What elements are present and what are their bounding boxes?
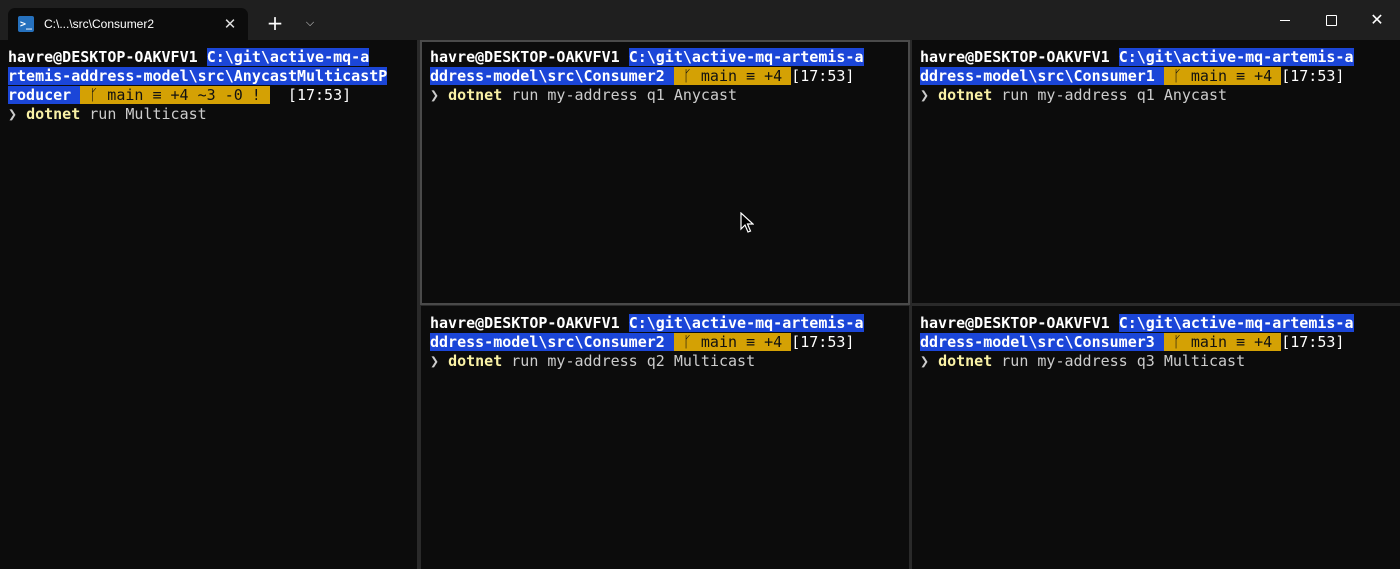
prompt-path: ddress-model\src\Consumer2: [430, 333, 674, 351]
command-name: dotnet: [938, 86, 993, 104]
prompt-git-status: ᚴ main ≡ +4: [673, 333, 792, 351]
prompt-path: ddress-model\src\Consumer2: [430, 67, 674, 85]
minimize-icon: [1280, 19, 1290, 21]
command-args: run my-address q1 Anycast: [992, 86, 1228, 104]
pane-output: havre@DESKTOP-OAKVFV1 C:\git\active-mq-a…: [430, 48, 907, 105]
command-line: ❯ dotnet run my-address q1 Anycast: [920, 86, 1398, 105]
command-name: dotnet: [448, 86, 503, 104]
tab-dropdown-chevron-down-icon[interactable]: ⌵: [298, 9, 322, 37]
prompt-line: ddress-model\src\Consumer2 ᚴ main ≡ +4 […: [430, 67, 907, 86]
command-name: dotnet: [26, 105, 81, 123]
prompt-user-host: havre@DESKTOP-OAKVFV1: [430, 314, 629, 332]
command-args: run my-address q1 Anycast: [502, 86, 738, 104]
prompt-user-host: havre@DESKTOP-OAKVFV1: [920, 314, 1119, 332]
terminal-pane-consumer1-anycast[interactable]: havre@DESKTOP-OAKVFV1 C:\git\active-mq-a…: [912, 40, 1400, 303]
maximize-icon: [1325, 14, 1337, 26]
prompt-path: roducer: [8, 86, 81, 104]
prompt-user-host: havre@DESKTOP-OAKVFV1: [8, 48, 207, 66]
prompt-git-status: ᚴ main ≡ +4 ~3 -0 !: [80, 86, 270, 104]
prompt-line: roducer ᚴ main ≡ +4 ~3 -0 ! [17:53]: [8, 86, 415, 105]
prompt-line: havre@DESKTOP-OAKVFV1 C:\git\active-mq-a…: [920, 314, 1398, 333]
prompt-git-status: ᚴ main ≡ +4: [1163, 333, 1282, 351]
tab-title: C:\...\src\Consumer2: [44, 17, 155, 31]
terminal-pane-producer[interactable]: havre@DESKTOP-OAKVFV1 C:\git\active-mq-a…: [0, 40, 417, 569]
command-name: dotnet: [448, 352, 503, 370]
prompt-path: C:\git\active-mq-artemis-a: [628, 48, 864, 66]
prompt-time: [17:53]: [791, 67, 855, 85]
powershell-icon: >_: [18, 16, 34, 32]
prompt-time: [17:53]: [269, 86, 352, 104]
new-tab-button[interactable]: +: [262, 9, 288, 37]
pane-output: havre@DESKTOP-OAKVFV1 C:\git\active-mq-a…: [920, 314, 1398, 371]
prompt-chevron-icon: ❯: [430, 352, 440, 370]
pane-output: havre@DESKTOP-OAKVFV1 C:\git\active-mq-a…: [430, 314, 907, 371]
prompt-chevron-icon: ❯: [8, 105, 18, 123]
title-bar: >_ C:\...\src\Consumer2 ✕ + ⌵ ✕: [0, 0, 1400, 40]
prompt-time: [17:53]: [791, 333, 855, 351]
command-line: ❯ dotnet run my-address q2 Multicast: [430, 352, 907, 371]
terminal-pane-consumer3-multicast[interactable]: havre@DESKTOP-OAKVFV1 C:\git\active-mq-a…: [912, 306, 1400, 569]
prompt-time: [17:53]: [1281, 67, 1345, 85]
prompt-path: C:\git\active-mq-a: [206, 48, 370, 66]
prompt-path: ddress-model\src\Consumer3: [920, 333, 1164, 351]
prompt-line: havre@DESKTOP-OAKVFV1 C:\git\active-mq-a…: [920, 48, 1398, 67]
prompt-line: ddress-model\src\Consumer2 ᚴ main ≡ +4 […: [430, 333, 907, 352]
command-name: dotnet: [938, 352, 993, 370]
prompt-chevron-icon: ❯: [920, 352, 930, 370]
prompt-time: [17:53]: [1281, 333, 1345, 351]
prompt-line: havre@DESKTOP-OAKVFV1 C:\git\active-mq-a…: [430, 48, 907, 67]
prompt-line: havre@DESKTOP-OAKVFV1 C:\git\active-mq-a: [8, 48, 415, 67]
prompt-line: havre@DESKTOP-OAKVFV1 C:\git\active-mq-a…: [430, 314, 907, 333]
prompt-path: ddress-model\src\Consumer1: [920, 67, 1164, 85]
command-line: ❯ dotnet run my-address q3 Multicast: [920, 352, 1398, 371]
prompt-path: rtemis-address-model\src\AnycastMulticas…: [8, 67, 388, 85]
prompt-chevron-icon: ❯: [920, 86, 930, 104]
prompt-git-status: ᚴ main ≡ +4: [673, 67, 792, 85]
command-args: run my-address q3 Multicast: [992, 352, 1246, 370]
prompt-line: rtemis-address-model\src\AnycastMulticas…: [8, 67, 415, 86]
command-line: ❯ dotnet run my-address q1 Anycast: [430, 86, 907, 105]
prompt-user-host: havre@DESKTOP-OAKVFV1: [920, 48, 1119, 66]
prompt-line: ddress-model\src\Consumer3 ᚴ main ≡ +4 […: [920, 333, 1398, 352]
prompt-path: C:\git\active-mq-artemis-a: [628, 314, 864, 332]
mouse-pointer-icon: [740, 212, 754, 233]
prompt-chevron-icon: ❯: [430, 86, 440, 104]
pane-output: havre@DESKTOP-OAKVFV1 C:\git\active-mq-a…: [8, 48, 415, 124]
minimize-button[interactable]: [1262, 0, 1308, 40]
prompt-path: C:\git\active-mq-artemis-a: [1118, 48, 1354, 66]
command-args: run Multicast: [80, 105, 207, 123]
pane-output: havre@DESKTOP-OAKVFV1 C:\git\active-mq-a…: [920, 48, 1398, 105]
terminal-pane-consumer2-anycast[interactable]: havre@DESKTOP-OAKVFV1 C:\git\active-mq-a…: [421, 40, 909, 303]
prompt-git-status: ᚴ main ≡ +4: [1163, 67, 1282, 85]
maximize-button[interactable]: [1308, 0, 1354, 40]
prompt-line: ddress-model\src\Consumer1 ᚴ main ≡ +4 […: [920, 67, 1398, 86]
command-line: ❯ dotnet run Multicast: [8, 105, 415, 124]
terminal-pane-consumer2-multicast[interactable]: havre@DESKTOP-OAKVFV1 C:\git\active-mq-a…: [421, 306, 909, 569]
command-args: run my-address q2 Multicast: [502, 352, 756, 370]
tab-close-icon[interactable]: ✕: [220, 15, 240, 33]
prompt-user-host: havre@DESKTOP-OAKVFV1: [430, 48, 629, 66]
terminal-tab[interactable]: >_ C:\...\src\Consumer2 ✕: [8, 8, 248, 40]
prompt-path: C:\git\active-mq-artemis-a: [1118, 314, 1354, 332]
close-window-button[interactable]: ✕: [1354, 0, 1400, 40]
